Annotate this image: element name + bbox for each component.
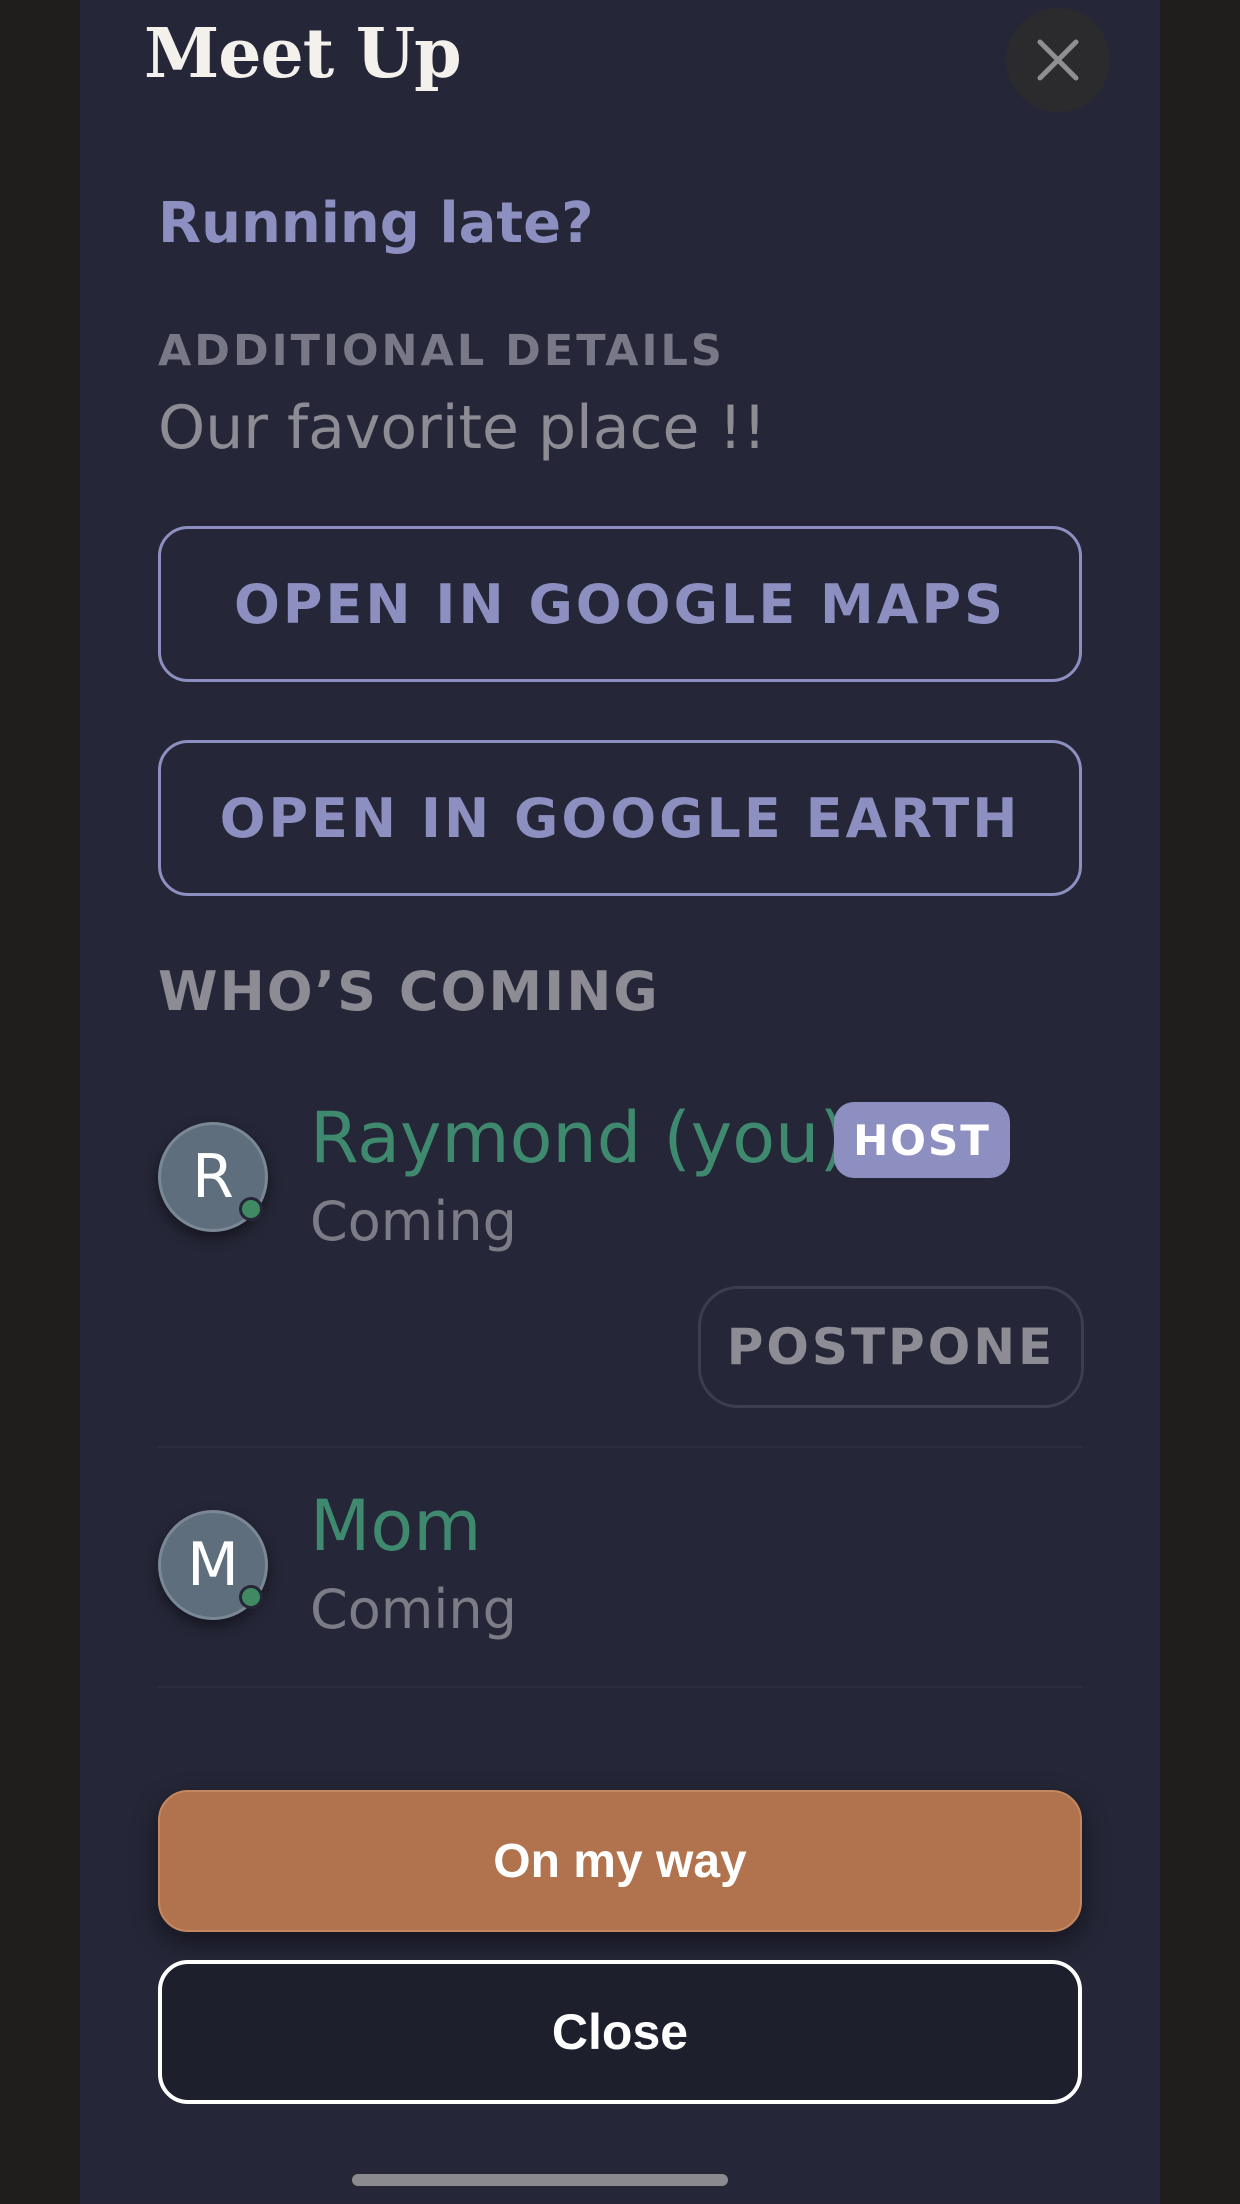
avatar-initial: M xyxy=(187,1530,239,1600)
attendee-name: Mom xyxy=(310,1485,482,1567)
divider xyxy=(158,1446,1082,1448)
additional-details-value: Our favorite place !! xyxy=(158,393,767,463)
running-late-heading: Running late? xyxy=(158,191,594,256)
whos-coming-heading: WHO’S COMING xyxy=(158,960,660,1023)
meetup-sheet: Meet Up Running late? ADDITIONAL DETAILS… xyxy=(80,0,1160,2204)
divider xyxy=(158,1686,1082,1688)
open-google-maps-button[interactable]: OPEN IN GOOGLE MAPS xyxy=(158,526,1082,682)
online-status-dot xyxy=(239,1585,263,1609)
close-icon xyxy=(1037,39,1079,81)
attendee-status: Coming xyxy=(310,1190,517,1253)
avatar-initial: R xyxy=(192,1142,234,1212)
page-title: Meet Up xyxy=(144,14,462,94)
additional-details-label: ADDITIONAL DETAILS xyxy=(158,326,725,376)
postpone-button[interactable]: POSTPONE xyxy=(698,1286,1084,1408)
avatar: M xyxy=(158,1510,268,1620)
attendee-status: Coming xyxy=(310,1578,517,1641)
open-google-earth-button[interactable]: OPEN IN GOOGLE EARTH xyxy=(158,740,1082,896)
home-indicator xyxy=(352,2174,728,2186)
avatar: R xyxy=(158,1122,268,1232)
attendee-name: Raymond (you) xyxy=(310,1097,847,1179)
online-status-dot xyxy=(239,1197,263,1221)
close-button[interactable]: Close xyxy=(158,1960,1082,2104)
close-sheet-button[interactable] xyxy=(1006,8,1110,112)
on-my-way-button[interactable]: On my way xyxy=(158,1790,1082,1932)
host-badge: HOST xyxy=(834,1102,1010,1178)
